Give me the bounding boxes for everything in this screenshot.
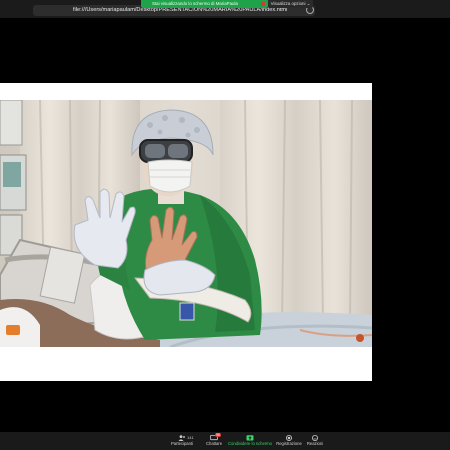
participants-count: 141: [187, 435, 194, 440]
reactions-button[interactable]: Reazioni: [304, 432, 326, 450]
record-button[interactable]: Registrazione: [274, 432, 304, 450]
share-screen-button[interactable]: Condividere lo schermo: [228, 432, 272, 450]
chat-unread-badge: 98: [215, 433, 221, 437]
shared-slide: [0, 83, 372, 381]
record-label: Registrazione: [276, 441, 302, 446]
chat-label: Chattare: [205, 441, 223, 446]
reactions-label: Reazioni: [306, 441, 324, 446]
participants-button[interactable]: 141 Partecipanti: [168, 432, 196, 450]
slide-photo: [0, 100, 372, 347]
participants-label: Partecipanti: [170, 441, 194, 446]
stop-share-icon[interactable]: [261, 2, 265, 6]
view-options-button[interactable]: Visualizza opzioni ⌄: [268, 0, 313, 8]
screen-share-banner-text: Stai visualizzando lo schermo di MariaPa…: [152, 1, 238, 6]
screen-share-banner: Stai visualizzando lo schermo di MariaPa…: [141, 0, 268, 8]
healthcare-worker-photo: [0, 100, 372, 347]
share-screen-label: Condividere lo schermo: [228, 441, 272, 446]
view-options-label: Visualizza opzioni ⌄: [270, 1, 311, 6]
chat-button[interactable]: 98 Chattare: [200, 432, 228, 450]
meeting-toolbar: 141 Partecipanti 98 Chattare Condividere…: [0, 432, 450, 450]
